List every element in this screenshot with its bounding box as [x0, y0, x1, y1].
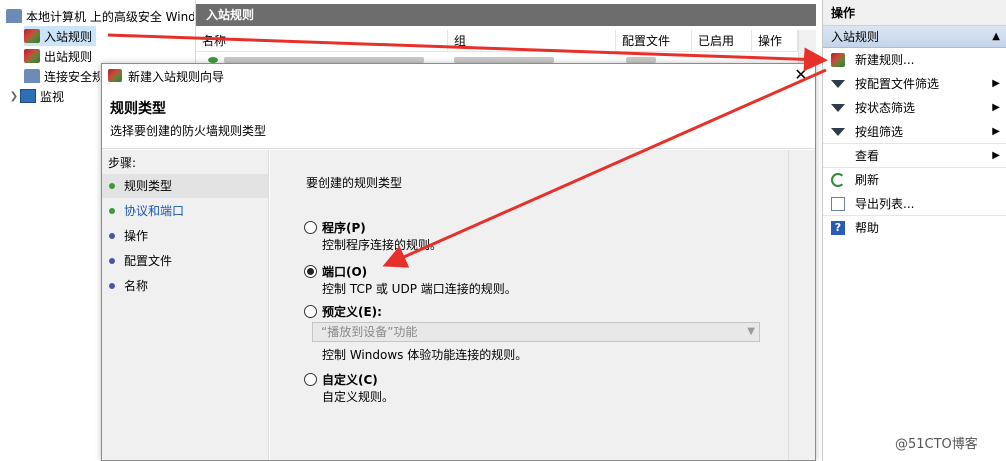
tree-item-outbound-rules[interactable]: 出站规则: [24, 46, 92, 66]
chevron-down-icon: ▼: [747, 326, 755, 337]
option-program[interactable]: 程序(P): [304, 218, 366, 236]
actions-section-label: 入站规则: [831, 30, 880, 44]
wizard-steps: 步骤: 规则类型 协议和端口 操作 配置文件 名称: [102, 150, 269, 460]
action-filter-by-state[interactable]: 按状态筛选 ▶: [823, 96, 1006, 120]
step-dot-icon: [109, 233, 115, 239]
action-view[interactable]: 查看 ▶: [823, 144, 1006, 168]
wizard-description: 选择要创建的防火墙规则类型: [110, 124, 267, 138]
step-dot-icon: [109, 283, 115, 289]
submenu-arrow-icon: ▶: [992, 126, 1000, 137]
rule-type-prompt: 要创建的规则类型: [306, 176, 403, 190]
new-inbound-rule-wizard: 新建入站规则向导 ✕ 规则类型 选择要创建的防火墙规则类型 步骤: 规则类型 协…: [101, 63, 816, 461]
outbound-rules-icon: [24, 49, 40, 63]
wizard-scrollbar[interactable]: [788, 150, 815, 460]
step-action: 操作: [102, 224, 268, 248]
option-port[interactable]: 端口(O): [304, 262, 367, 280]
step-dot-icon: [109, 258, 115, 264]
step-name: 名称: [102, 274, 268, 298]
connection-security-icon: [24, 69, 40, 83]
chevron-right-icon[interactable]: ❯: [8, 91, 20, 102]
help-icon: ?: [831, 221, 845, 235]
radio-program[interactable]: [304, 220, 317, 234]
option-predefined-desc: 控制 Windows 体验功能连接的规则。: [322, 348, 528, 362]
step-protocol-ports[interactable]: 协议和端口: [102, 199, 268, 223]
option-port-desc: 控制 TCP 或 UDP 端口连接的规则。: [322, 282, 517, 296]
filter-icon: [831, 128, 845, 142]
tree-item-label: 出站规则: [44, 49, 93, 64]
column-header-action[interactable]: 操作: [752, 30, 798, 52]
action-new-rule[interactable]: 新建规则...: [823, 48, 1006, 72]
submenu-arrow-icon: ▶: [992, 102, 1000, 113]
tree-item-connection-security[interactable]: 连接安全规则: [24, 66, 100, 86]
option-predefined[interactable]: 预定义(E):: [304, 302, 382, 320]
action-export-list[interactable]: 导出列表...: [823, 192, 1006, 216]
watermark: @51CTO博客: [895, 437, 978, 452]
column-header-enabled[interactable]: 已启用: [692, 30, 752, 52]
monitor-icon: [20, 89, 36, 103]
column-header-group[interactable]: 组: [448, 30, 616, 52]
predefined-select[interactable]: “播放到设备”功能 ▼: [312, 322, 760, 342]
step-dot-icon: [109, 208, 115, 214]
option-custom-desc: 自定义规则。: [322, 390, 395, 404]
action-refresh[interactable]: 刷新: [823, 168, 1006, 192]
step-profile: 配置文件: [102, 249, 268, 273]
action-filter-by-profile[interactable]: 按配置文件筛选 ▶: [823, 72, 1006, 96]
wizard-heading: 规则类型: [110, 101, 166, 117]
step-dot-icon: [109, 183, 115, 189]
radio-port[interactable]: [304, 264, 317, 278]
wizard-title: 新建入站规则向导: [128, 70, 225, 84]
steps-label: 步骤:: [108, 156, 137, 170]
tree-item-label: 连接安全规则: [44, 69, 100, 84]
close-icon[interactable]: ✕: [788, 64, 814, 88]
action-help[interactable]: ? 帮助: [823, 216, 1006, 240]
list-header: 名称 组 配置文件 已启用 操作: [196, 30, 816, 52]
submenu-arrow-icon: ▶: [992, 78, 1000, 89]
step-rule-type: 规则类型: [102, 174, 268, 198]
collapse-icon[interactable]: ▲: [992, 26, 1000, 48]
action-filter-by-group[interactable]: 按组筛选 ▶: [823, 120, 1006, 144]
submenu-arrow-icon: ▶: [992, 150, 1000, 161]
filter-icon: [831, 104, 845, 118]
wizard-titlebar[interactable]: 新建入站规则向导 ✕: [102, 64, 815, 88]
firewall-root-icon: [6, 9, 22, 23]
actions-pane: 操作 入站规则 ▲ 新建规则... 按配置文件筛选 ▶ 按状态筛选 ▶ 按组筛选…: [822, 0, 1006, 461]
list-title: 入站规则: [196, 4, 816, 26]
column-header-profile[interactable]: 配置文件: [616, 30, 692, 52]
actions-section-inbound[interactable]: 入站规则 ▲: [823, 26, 1006, 48]
divider: [102, 148, 815, 149]
tree-item-monitor[interactable]: ❯ 监视: [8, 86, 64, 106]
tree-item-inbound-rules[interactable]: 入站规则: [24, 26, 97, 46]
option-custom[interactable]: 自定义(C): [304, 370, 378, 388]
inbound-rules-icon: [24, 29, 40, 43]
refresh-icon: [831, 173, 845, 187]
radio-custom[interactable]: [304, 372, 317, 386]
actions-header: 操作: [823, 0, 1006, 26]
tree-root-label: 本地计算机 上的高级安全 Windows: [26, 9, 194, 24]
option-program-desc: 控制程序连接的规则。: [322, 238, 443, 252]
column-header-name[interactable]: 名称: [196, 30, 448, 52]
wizard-content: 要创建的规则类型 程序(P) 控制程序连接的规则。 端口(O) 控制 TCP 或…: [270, 150, 788, 460]
radio-predefined[interactable]: [304, 304, 317, 318]
tree-root[interactable]: 本地计算机 上的高级安全 Windows: [6, 6, 194, 26]
new-rule-icon: [831, 53, 845, 67]
wizard-title-icon: [108, 69, 122, 82]
tree-item-label: 入站规则: [44, 29, 93, 44]
tree-item-label: 监视: [40, 89, 65, 104]
filter-icon: [831, 80, 845, 94]
export-icon: [831, 197, 845, 211]
